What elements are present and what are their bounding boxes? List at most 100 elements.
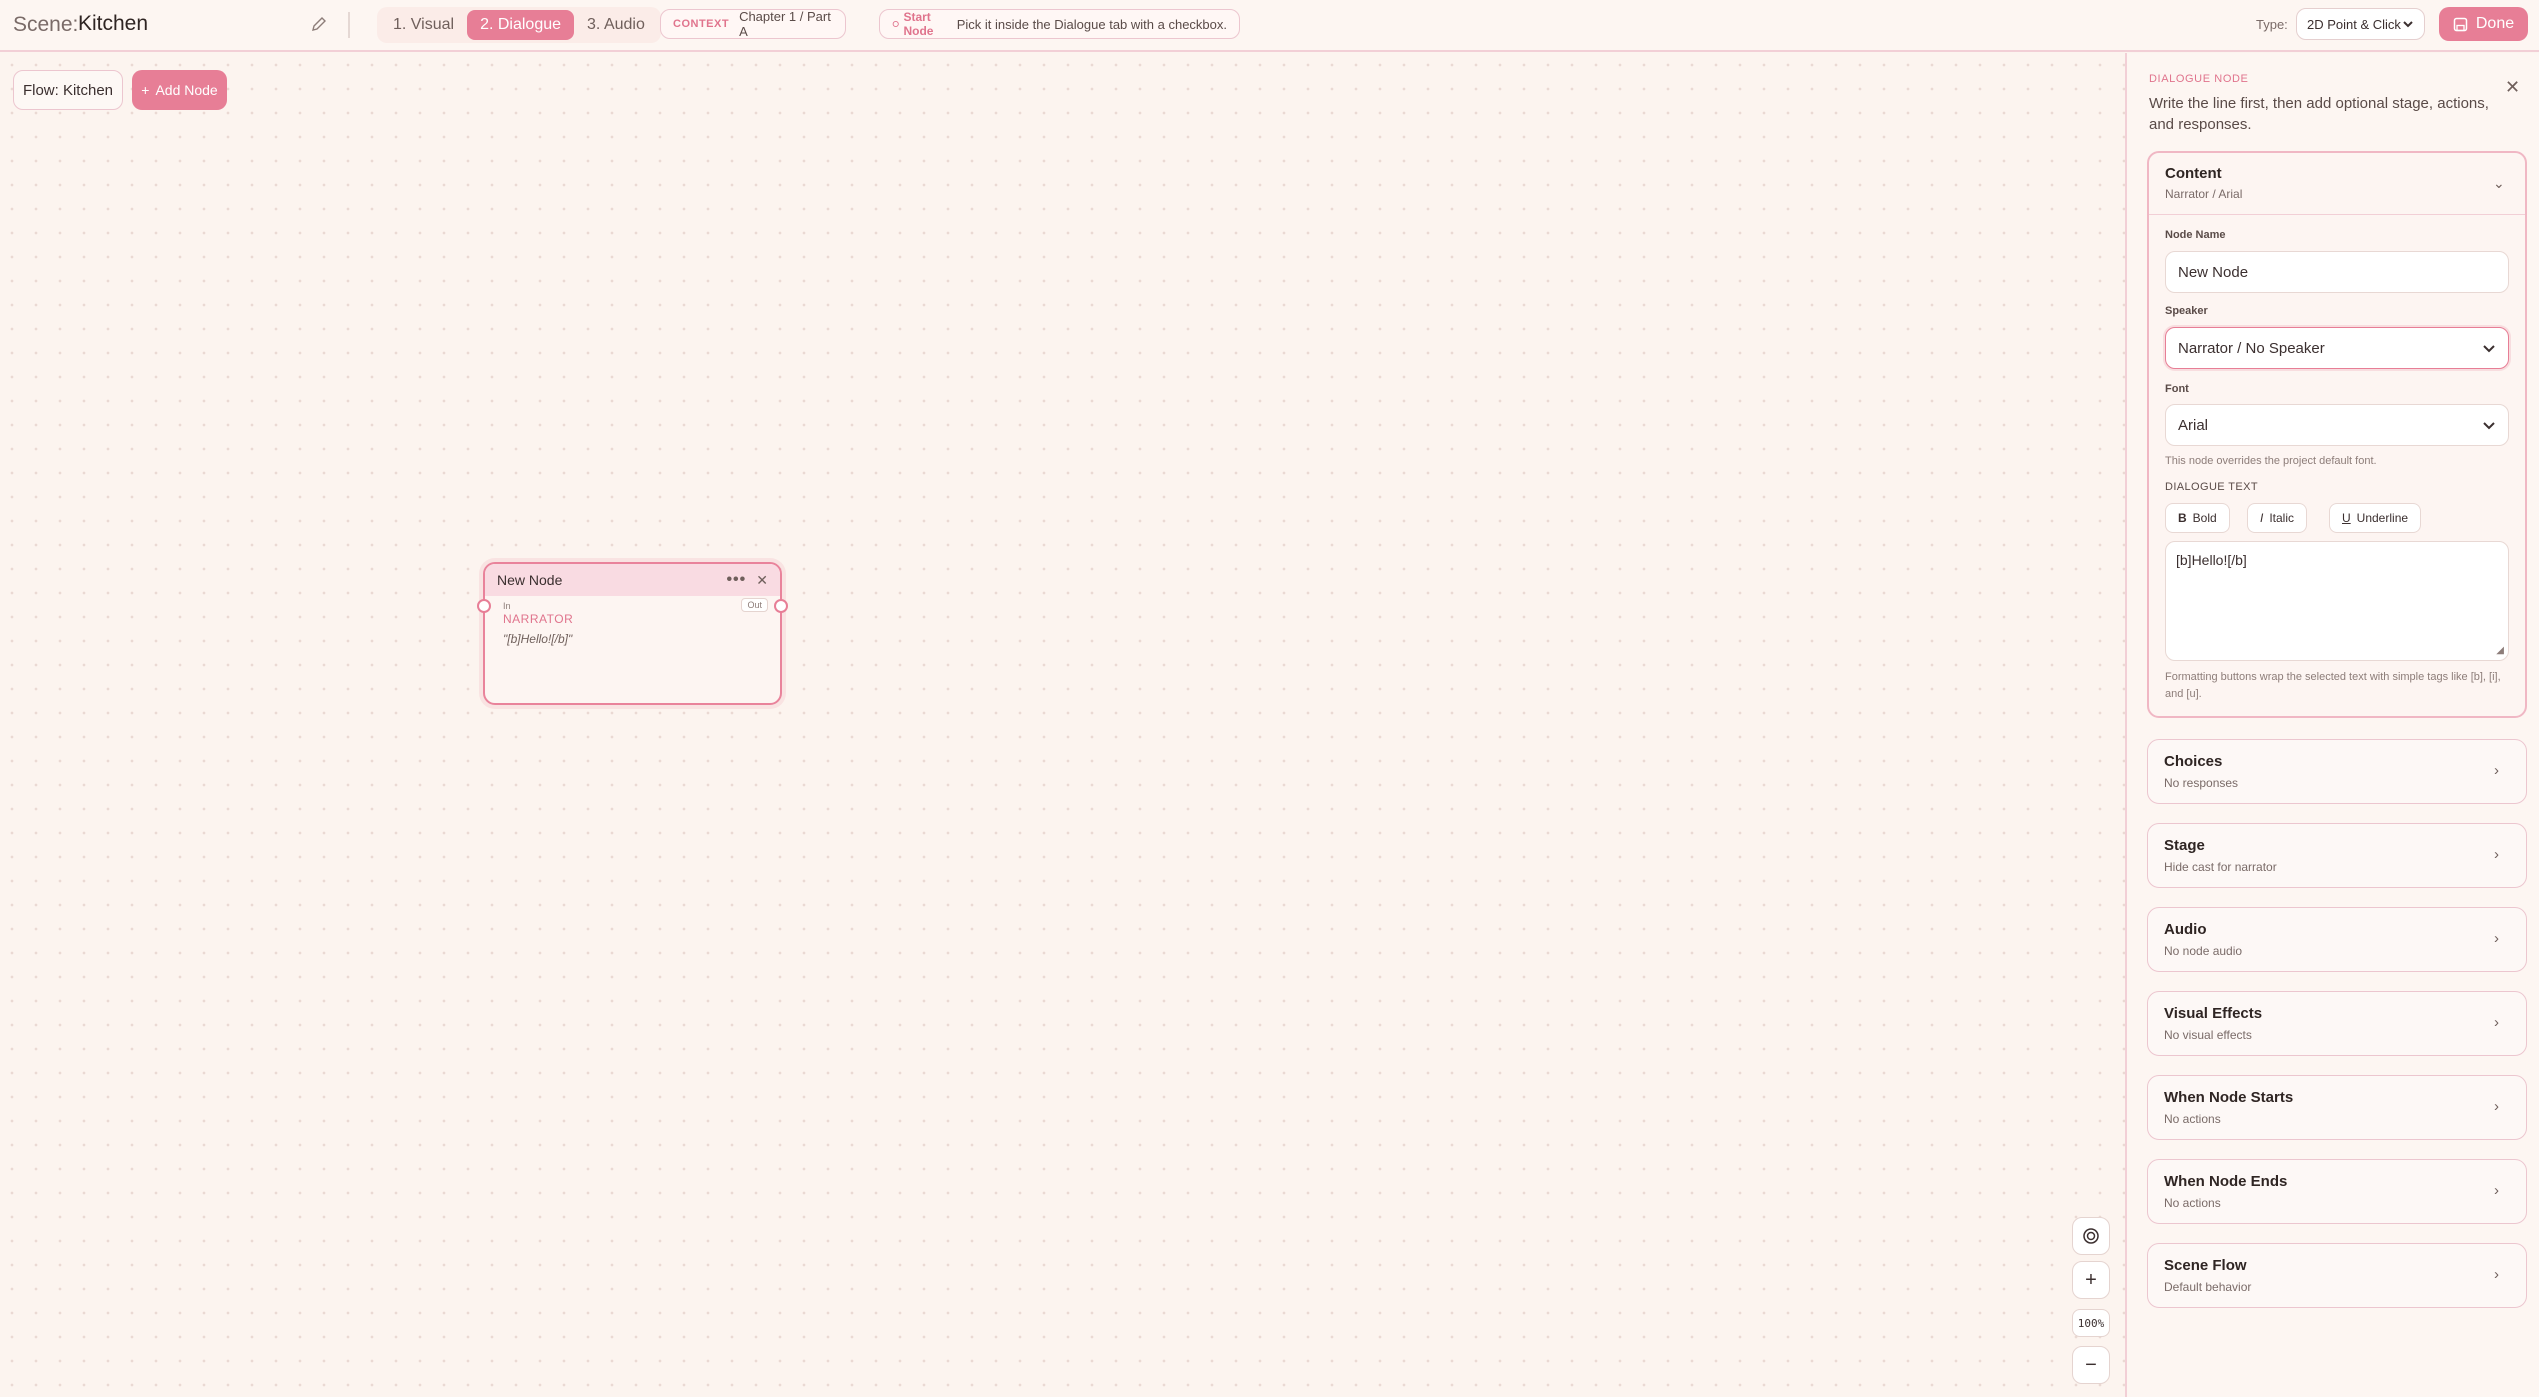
output-port[interactable] (774, 599, 788, 613)
type-label: Type: (2256, 17, 2288, 32)
more-options-icon[interactable]: ••• (726, 571, 746, 589)
tab-dialogue[interactable]: 2. Dialogue (467, 10, 575, 40)
bold-icon: B (2178, 511, 2187, 525)
section-visual-effects[interactable]: Visual Effects No visual effects › (2147, 991, 2527, 1056)
chevron-down-icon: ⌄ (2493, 175, 2505, 191)
panel-description: Write the line first, then add optional … (2149, 95, 2489, 133)
plus-icon: + (141, 82, 150, 98)
section-subtitle: Hide cast for narrator (2164, 860, 2277, 874)
input-port[interactable] (477, 599, 491, 613)
zoom-in-button[interactable]: + (2072, 1261, 2110, 1299)
section-subtitle: Default behavior (2164, 1280, 2252, 1294)
chevron-right-icon: › (2494, 1266, 2499, 1283)
flow-canvas[interactable]: Flow: Kitchen + Add Node New Node ••• ✕ … (0, 53, 2125, 1397)
type-select-value: 2D Point & Click (2307, 16, 2401, 32)
context-value: Chapter 1 / Part A (739, 9, 831, 39)
node-speaker: NARRATOR (503, 612, 574, 626)
section-title: Choices (2164, 753, 2223, 770)
zoom-level: 100% (2072, 1309, 2110, 1337)
add-node-button[interactable]: + Add Node (132, 70, 227, 110)
inspector-panel: DIALOGUE NODE ✕ Write the line first, th… (2125, 53, 2539, 1397)
section-subtitle: No actions (2164, 1112, 2221, 1126)
node-name-value: New Node (2178, 263, 2249, 281)
section-title: When Node Ends (2164, 1173, 2288, 1190)
content-subtitle: Narrator / Arial (2165, 187, 2243, 201)
underline-button[interactable]: U Underline (2329, 503, 2422, 533)
chevron-right-icon: › (2494, 762, 2499, 779)
speaker-value: Narrator / No Speaker (2178, 339, 2325, 357)
section-stage[interactable]: Stage Hide cast for narrator › (2147, 823, 2527, 888)
start-node-key: Start Node (892, 10, 949, 38)
resize-handle-icon[interactable]: ◢ (2496, 645, 2504, 656)
chevron-down-icon (2483, 345, 2495, 353)
section-title: When Node Starts (2164, 1089, 2294, 1106)
section-scene-flow[interactable]: Scene Flow Default behavior › (2147, 1243, 2527, 1308)
context-key: CONTEXT (673, 18, 730, 30)
content-section: Content Narrator / Arial ⌄ Node Name New… (2147, 151, 2527, 718)
content-title: Content (2165, 165, 2222, 182)
font-select[interactable]: Arial (2165, 404, 2509, 446)
target-icon (2083, 1228, 2099, 1244)
underline-icon: U (2342, 511, 2351, 525)
start-node-key-text: Start Node (903, 10, 934, 38)
context-pill[interactable]: CONTEXT Chapter 1 / Part A (660, 9, 846, 39)
zoom-out-button[interactable]: − (2072, 1346, 2110, 1384)
chevron-right-icon: › (2494, 1182, 2499, 1199)
font-hint: This node overrides the project default … (2165, 455, 2377, 467)
node-header[interactable]: New Node ••• ✕ (485, 564, 780, 596)
font-label: Font (2165, 383, 2189, 395)
node-title: New Node (497, 572, 563, 588)
output-port-label: Out (741, 598, 768, 612)
node-name-label: Node Name (2165, 229, 2226, 241)
bold-button[interactable]: B Bold (2165, 503, 2230, 533)
italic-button[interactable]: I Italic (2247, 503, 2308, 533)
section-subtitle: No actions (2164, 1196, 2221, 1210)
top-bar: Scene: Kitchen 1. Visual 2. Dialogue 3. … (0, 0, 2539, 52)
edit-pencil-icon[interactable] (310, 15, 328, 33)
done-button[interactable]: Done (2439, 7, 2528, 41)
content-section-header[interactable]: Content Narrator / Arial ⌄ (2149, 153, 2525, 215)
format-hint: Formatting buttons wrap the selected tex… (2165, 671, 2501, 700)
dialogue-textarea[interactable]: [b]Hello![/b] ◢ (2165, 541, 2509, 661)
node-dialogue-preview: "[b]Hello![/b]" (503, 632, 573, 646)
speaker-label: Speaker (2165, 305, 2208, 317)
node-actions: ••• ✕ (726, 571, 768, 589)
section-title: Audio (2164, 921, 2207, 938)
node-name-input[interactable]: New Node (2165, 251, 2509, 293)
save-icon (2453, 17, 2468, 31)
close-icon[interactable]: ✕ (756, 572, 768, 589)
section-when-node-starts[interactable]: When Node Starts No actions › (2147, 1075, 2527, 1140)
font-value: Arial (2178, 416, 2209, 434)
chevron-down-icon (2483, 422, 2495, 430)
start-node-value: Pick it inside the Dialogue tab with a c… (956, 16, 1227, 32)
section-when-node-ends[interactable]: When Node Ends No actions › (2147, 1159, 2527, 1224)
divider (348, 12, 350, 38)
speaker-select[interactable]: Narrator / No Speaker (2165, 327, 2509, 369)
tab-visual[interactable]: 1. Visual (380, 10, 467, 40)
panel-kicker: DIALOGUE NODE (2149, 73, 2249, 85)
section-subtitle: No visual effects (2164, 1028, 2252, 1042)
minus-icon: − (2085, 1353, 2097, 1376)
input-port-label: In (503, 601, 511, 611)
plus-icon: + (2085, 1268, 2097, 1291)
chevron-down-icon (2403, 21, 2413, 28)
close-icon[interactable]: ✕ (2505, 77, 2520, 98)
section-choices[interactable]: Choices No responses › (2147, 739, 2527, 804)
dialogue-node[interactable]: New Node ••• ✕ In Out NARRATOR "[b]Hello… (477, 562, 788, 705)
chevron-right-icon: › (2494, 930, 2499, 947)
recenter-button[interactable] (2072, 1217, 2110, 1255)
chevron-right-icon: › (2494, 1014, 2499, 1031)
tab-audio[interactable]: 3. Audio (574, 10, 658, 40)
section-subtitle: No node audio (2164, 944, 2243, 958)
italic-icon: I (2260, 511, 2264, 525)
start-node-pill[interactable]: Start Node Pick it inside the Dialogue t… (879, 9, 1240, 39)
italic-label: Italic (2269, 511, 2295, 525)
type-select[interactable]: 2D Point & Click (2296, 8, 2425, 40)
section-title: Visual Effects (2164, 1005, 2263, 1022)
step-tabs: 1. Visual 2. Dialogue 3. Audio (377, 7, 661, 43)
dialogue-text-value: [b]Hello![/b] (2176, 552, 2247, 568)
flow-name-pill[interactable]: Flow: Kitchen (13, 70, 123, 110)
section-audio[interactable]: Audio No node audio › (2147, 907, 2527, 972)
done-label: Done (2475, 15, 2515, 32)
scene-name[interactable]: Kitchen (78, 12, 148, 36)
